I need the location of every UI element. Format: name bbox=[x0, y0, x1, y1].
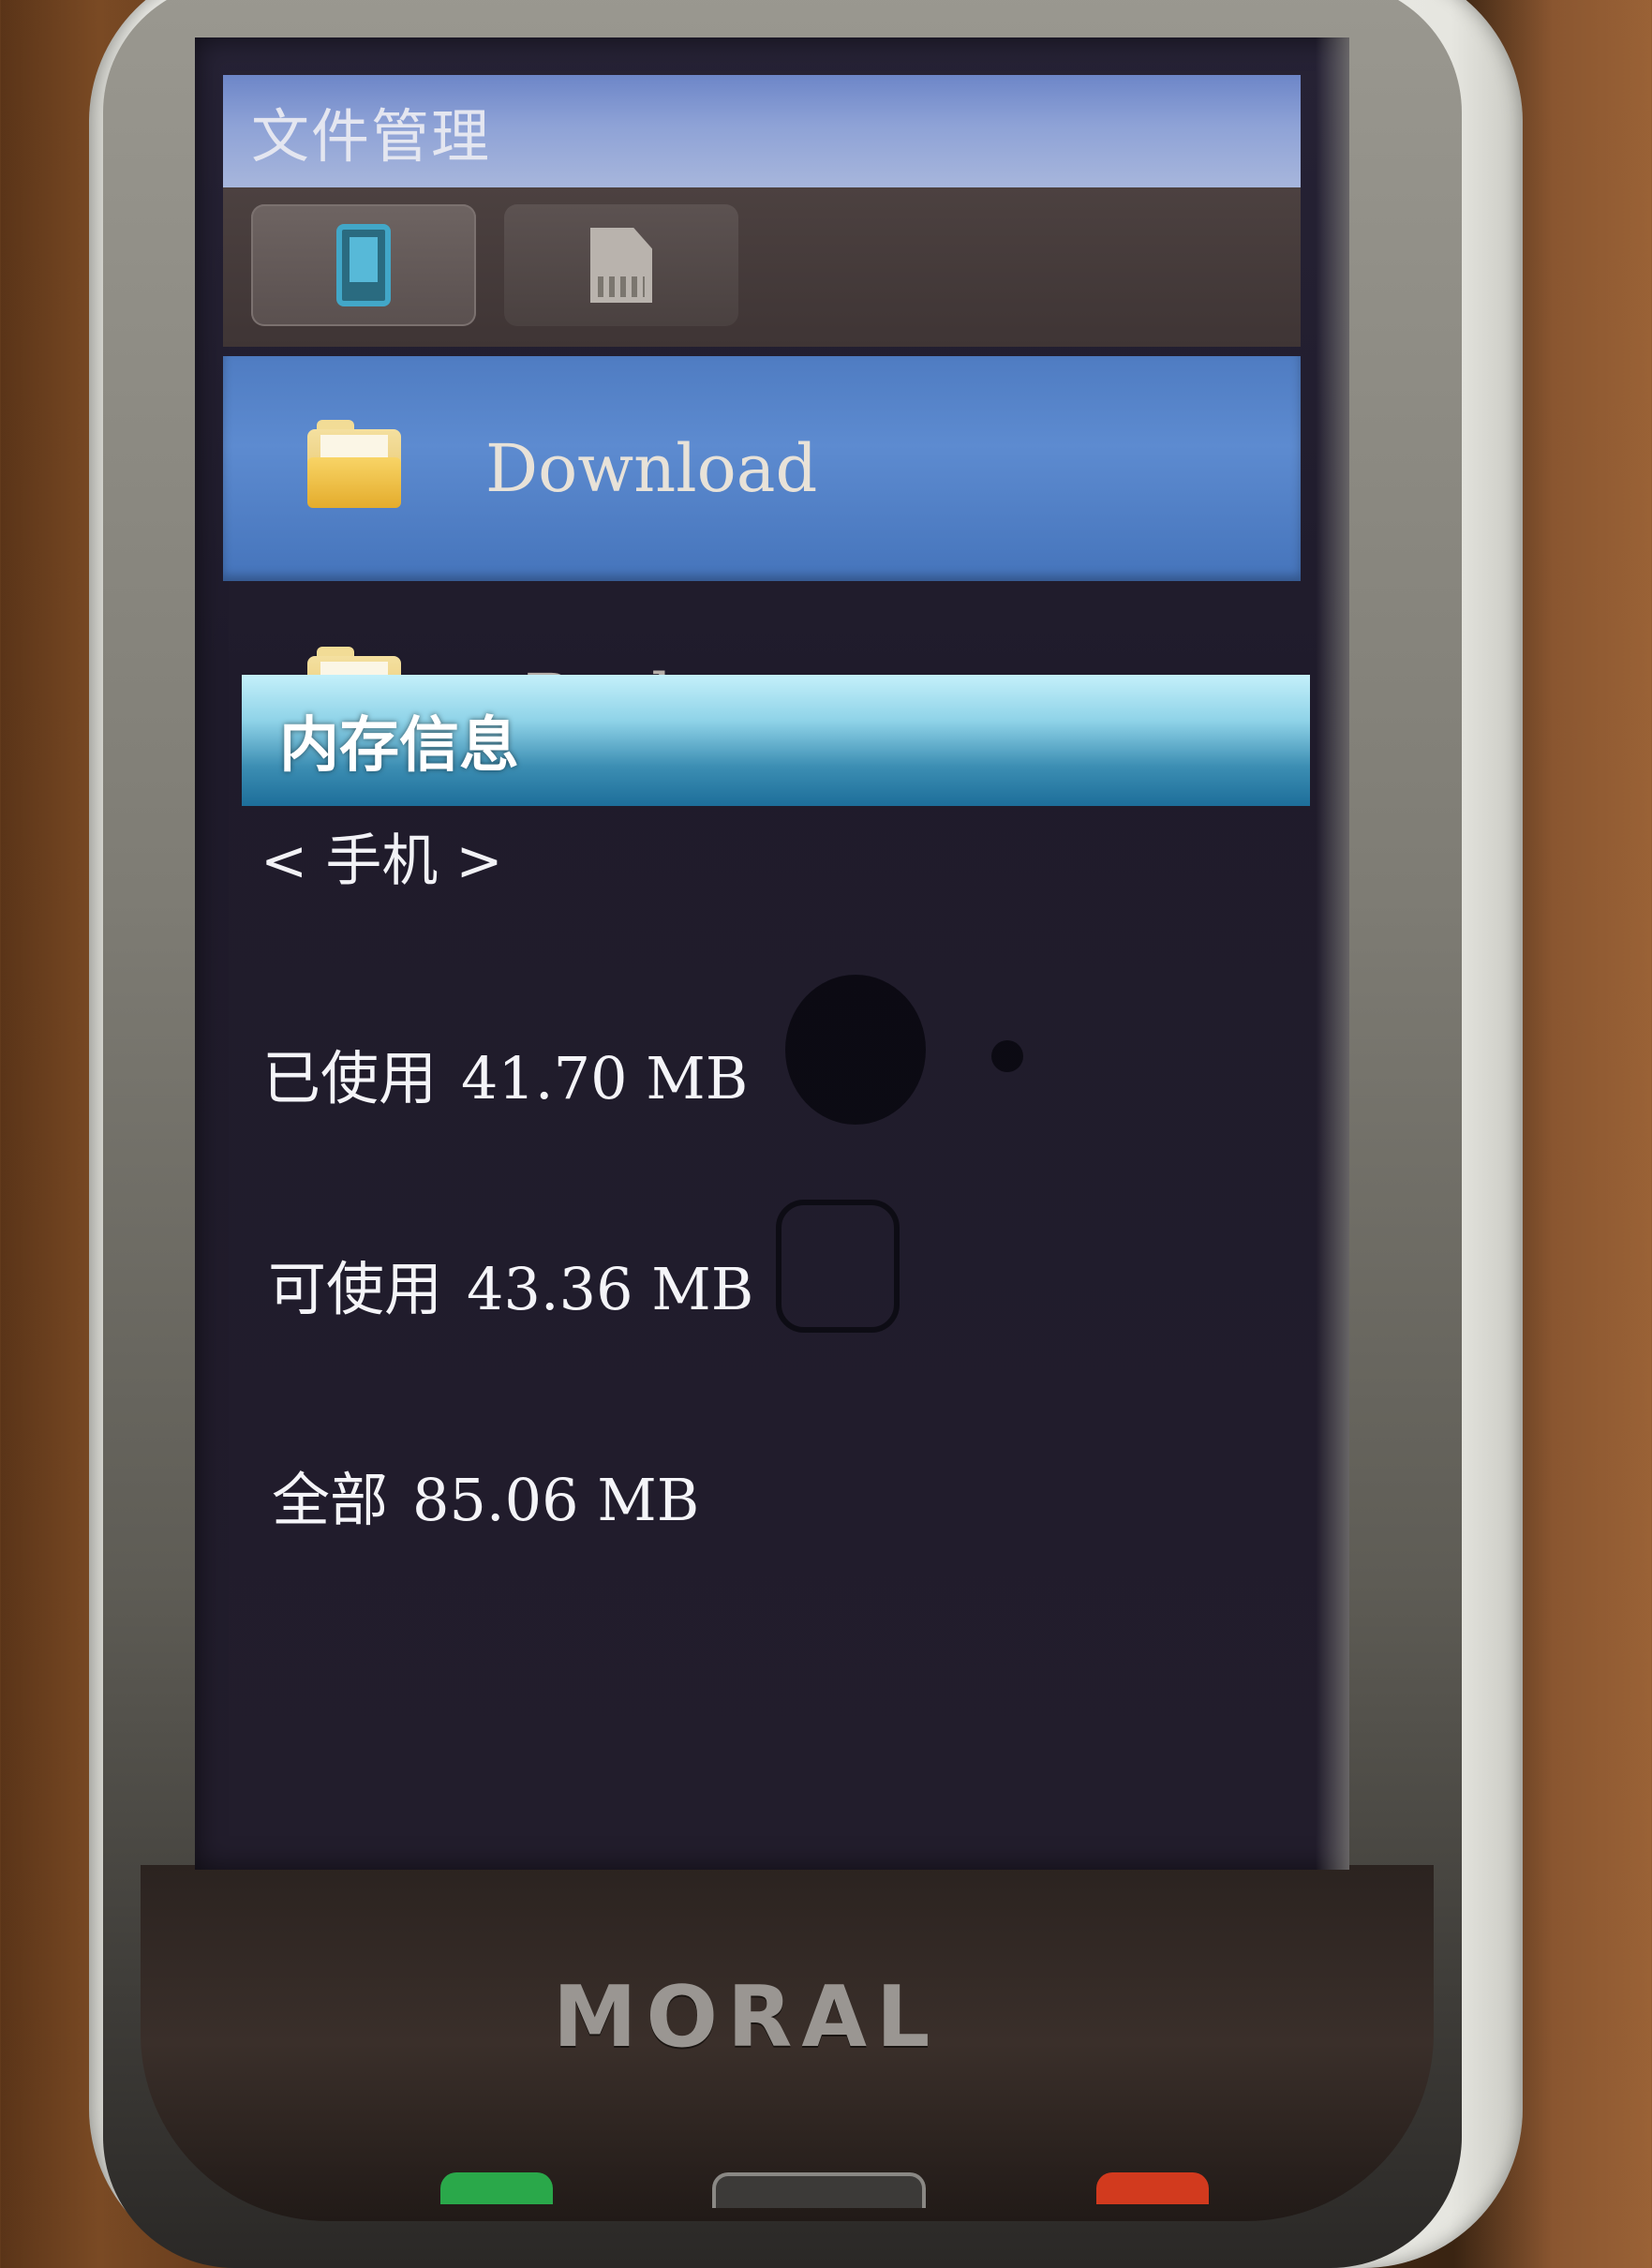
phone-icon bbox=[336, 224, 391, 306]
phone-screen: 文件管理 Download eBook 内存信息 < 手机 > 已使用4 bbox=[195, 37, 1349, 1870]
memory-info-header: 内存信息 bbox=[242, 675, 1310, 806]
tab-memory-card[interactable] bbox=[504, 204, 738, 326]
storage-tabs bbox=[223, 187, 1301, 347]
title-bar: 文件管理 bbox=[223, 75, 1301, 187]
tab-phone[interactable] bbox=[251, 204, 476, 326]
navigation-key[interactable] bbox=[712, 2172, 926, 2208]
total-space-label: 全部 bbox=[272, 1466, 389, 1534]
available-space-value: 43.36 MB bbox=[467, 1255, 754, 1323]
total-space-row: 全部 85.06 MB bbox=[272, 1453, 699, 1537]
screen-smudge bbox=[785, 975, 926, 1125]
memory-card-icon bbox=[590, 228, 652, 303]
available-space-label: 可使用 bbox=[268, 1255, 443, 1323]
page-title: 文件管理 bbox=[251, 102, 492, 171]
used-space-row: 已使用 41.70 MB bbox=[262, 1031, 748, 1115]
screen-smudge bbox=[991, 1040, 1023, 1072]
screen-edge bbox=[1316, 37, 1349, 1870]
storage-selector[interactable]: < 手机 > bbox=[260, 815, 503, 897]
memory-info-title: 内存信息 bbox=[279, 711, 519, 781]
list-item-download[interactable]: Download bbox=[223, 356, 1301, 581]
list-item-label: Download bbox=[485, 430, 818, 507]
total-space-value: 85.06 MB bbox=[412, 1466, 700, 1534]
used-space-label: 已使用 bbox=[262, 1044, 438, 1112]
end-key[interactable] bbox=[1096, 2172, 1209, 2204]
used-space-value: 41.70 MB bbox=[461, 1044, 749, 1112]
screen-smudge bbox=[776, 1200, 900, 1333]
brand-logo: MORAL bbox=[553, 1968, 940, 2067]
folder-icon bbox=[307, 420, 401, 508]
call-key[interactable] bbox=[440, 2172, 553, 2204]
available-space-row: 可使用 43.36 MB bbox=[268, 1242, 753, 1326]
